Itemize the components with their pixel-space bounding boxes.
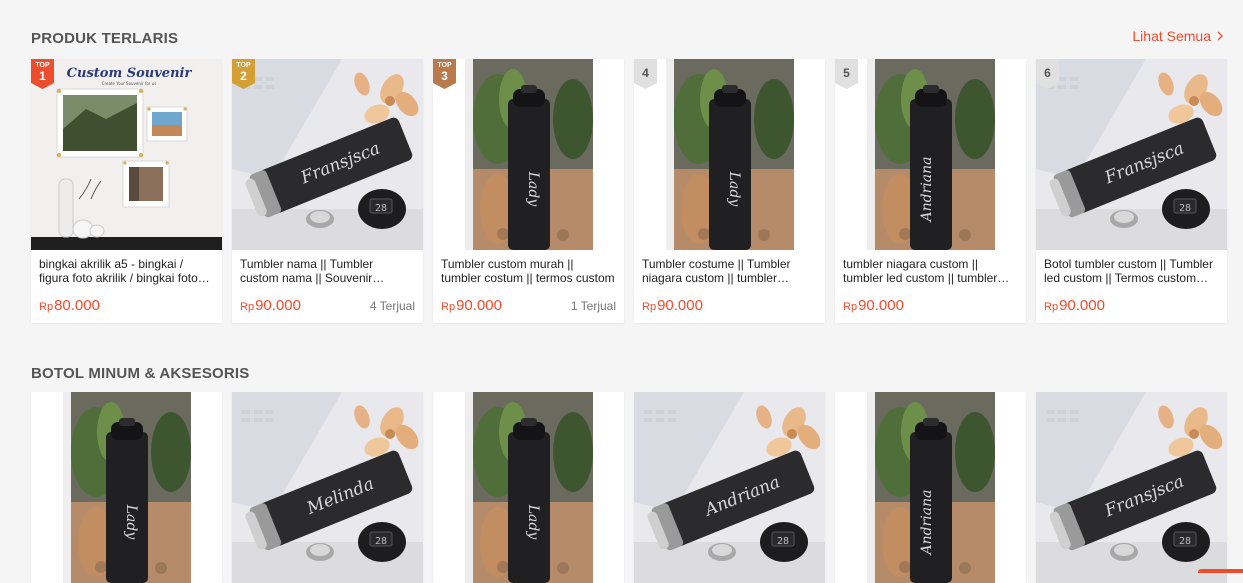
product-image: Fransjsca 28 — [1036, 59, 1227, 250]
product-name: bingkai akrilik a5 - bingkai / figura fo… — [39, 257, 214, 285]
product-image: Fransjsca 28 — [1036, 392, 1227, 583]
product-image: Lady — [31, 392, 222, 583]
product-card[interactable]: Lady — [433, 392, 624, 583]
svg-text:Create Your Souvenir for us: Create Your Souvenir for us — [102, 81, 157, 86]
svg-text:28: 28 — [1179, 203, 1191, 214]
price-value: 90.000 — [1059, 297, 1105, 314]
svg-text:28: 28 — [1179, 536, 1191, 547]
see-all-label: Lihat Semua — [1132, 28, 1211, 44]
product-name: Botol tumbler custom || Tumbler led cust… — [1044, 257, 1219, 285]
sold-count: 4 Terjual — [370, 299, 415, 313]
rank-badge: 4 — [634, 59, 657, 89]
product-price: Rp90.000 — [441, 297, 502, 314]
product-card[interactable]: Lady TOP 3 Tumbler custom murah || tumbl… — [433, 59, 624, 323]
svg-text:Lady: Lady — [726, 171, 742, 208]
product-price: Rp90.000 — [843, 297, 904, 314]
currency-symbol: Rp — [1044, 301, 1058, 313]
product-image: Andriana 28 — [634, 392, 825, 583]
svg-text:28: 28 — [777, 536, 789, 547]
product-card[interactable]: Melinda 28 — [232, 392, 423, 583]
rank-badge-number: 6 — [1036, 59, 1059, 79]
section-title: BOTOL MINUM & AKSESORIS — [31, 365, 250, 382]
rank-badge: 5 — [835, 59, 858, 89]
product-image: Lady — [433, 392, 624, 583]
price-value: 90.000 — [858, 297, 904, 314]
see-all-link[interactable]: Lihat Semua — [1132, 28, 1225, 44]
drink-bottle-list: Lady Melinda 28 — [31, 392, 1227, 583]
svg-text:Lady: Lady — [123, 504, 139, 541]
product-image: Lady — [433, 59, 624, 250]
product-image: Andriana — [835, 59, 1026, 250]
currency-symbol: Rp — [441, 301, 455, 313]
chevron-right-icon — [1215, 31, 1225, 41]
rank-badge: 6 — [1036, 59, 1059, 89]
price-value: 90.000 — [657, 297, 703, 314]
rank-badge: TOP 3 — [433, 59, 456, 89]
product-card[interactable]: Andriana 28 — [634, 392, 825, 583]
product-image: Andriana — [835, 392, 1026, 583]
product-price: Rp90.000 — [1044, 297, 1105, 314]
svg-text:Lady: Lady — [525, 171, 541, 208]
product-card[interactable]: Fransjsca 28 6 Botol tumbler custom || T… — [1036, 59, 1227, 323]
svg-text:Lady: Lady — [525, 504, 541, 541]
currency-symbol: Rp — [843, 301, 857, 313]
product-card[interactable]: Custom Souvenir Create Your Souvenir for… — [31, 59, 222, 323]
price-value: 90.000 — [255, 297, 301, 314]
best-seller-section: PRODUK TERLARIS Lihat Semua Custom Souve… — [31, 28, 1230, 328]
drink-bottle-section: BOTOL MINUM & AKSESORIS Lady — [31, 363, 1230, 573]
svg-text:Andriana: Andriana — [919, 157, 935, 224]
rank-badge-number: 5 — [835, 59, 858, 79]
price-value: 80.000 — [54, 297, 100, 314]
best-seller-list: Custom Souvenir Create Your Souvenir for… — [31, 59, 1227, 323]
svg-text:28: 28 — [375, 203, 387, 214]
product-image: Custom Souvenir Create Your Souvenir for… — [31, 59, 222, 250]
product-card[interactable]: Lady 4 Tumbler costume || Tumbler niagar… — [634, 59, 825, 323]
product-card[interactable]: Fransjsca 28 — [1036, 392, 1227, 583]
svg-text:28: 28 — [375, 536, 387, 547]
rank-badge: TOP 2 — [232, 59, 255, 89]
product-image: Lady — [634, 59, 825, 250]
price-value: 90.000 — [456, 297, 502, 314]
product-price: Rp90.000 — [240, 297, 301, 314]
product-price: Rp90.000 — [642, 297, 703, 314]
product-card[interactable]: Lady — [31, 392, 222, 583]
currency-symbol: Rp — [240, 301, 254, 313]
product-card[interactable]: Andriana 5 tumbler niagara custom || tum… — [835, 59, 1026, 323]
chat-tab[interactable] — [1198, 569, 1243, 573]
rank-badge: TOP 1 — [31, 59, 54, 89]
product-card[interactable]: Fransjsca 28 TOP 2 Tumbler nama || Tumbl… — [232, 59, 423, 323]
rank-badge-number: 2 — [232, 70, 255, 82]
svg-text:Custom Souvenir: Custom Souvenir — [67, 66, 193, 81]
product-card[interactable]: Andriana — [835, 392, 1026, 583]
product-image: Melinda 28 — [232, 392, 423, 583]
product-name: tumbler niagara custom || tumbler led cu… — [843, 257, 1018, 285]
rank-badge-number: 1 — [31, 70, 54, 82]
product-name: Tumbler nama || Tumbler custom nama || S… — [240, 257, 415, 285]
currency-symbol: Rp — [642, 301, 656, 313]
sold-count: 1 Terjual — [571, 299, 616, 313]
product-name: Tumbler costume || Tumbler niagara custo… — [642, 257, 817, 285]
product-price: Rp80.000 — [39, 297, 100, 314]
product-image: Fransjsca 28 — [232, 59, 423, 250]
currency-symbol: Rp — [39, 301, 53, 313]
section-title: PRODUK TERLARIS — [31, 30, 178, 47]
svg-text:Andriana: Andriana — [919, 490, 935, 557]
rank-badge-number: 4 — [634, 59, 657, 79]
rank-badge-number: 3 — [433, 70, 456, 82]
product-name: Tumbler custom murah || tumbler costum |… — [441, 257, 616, 285]
